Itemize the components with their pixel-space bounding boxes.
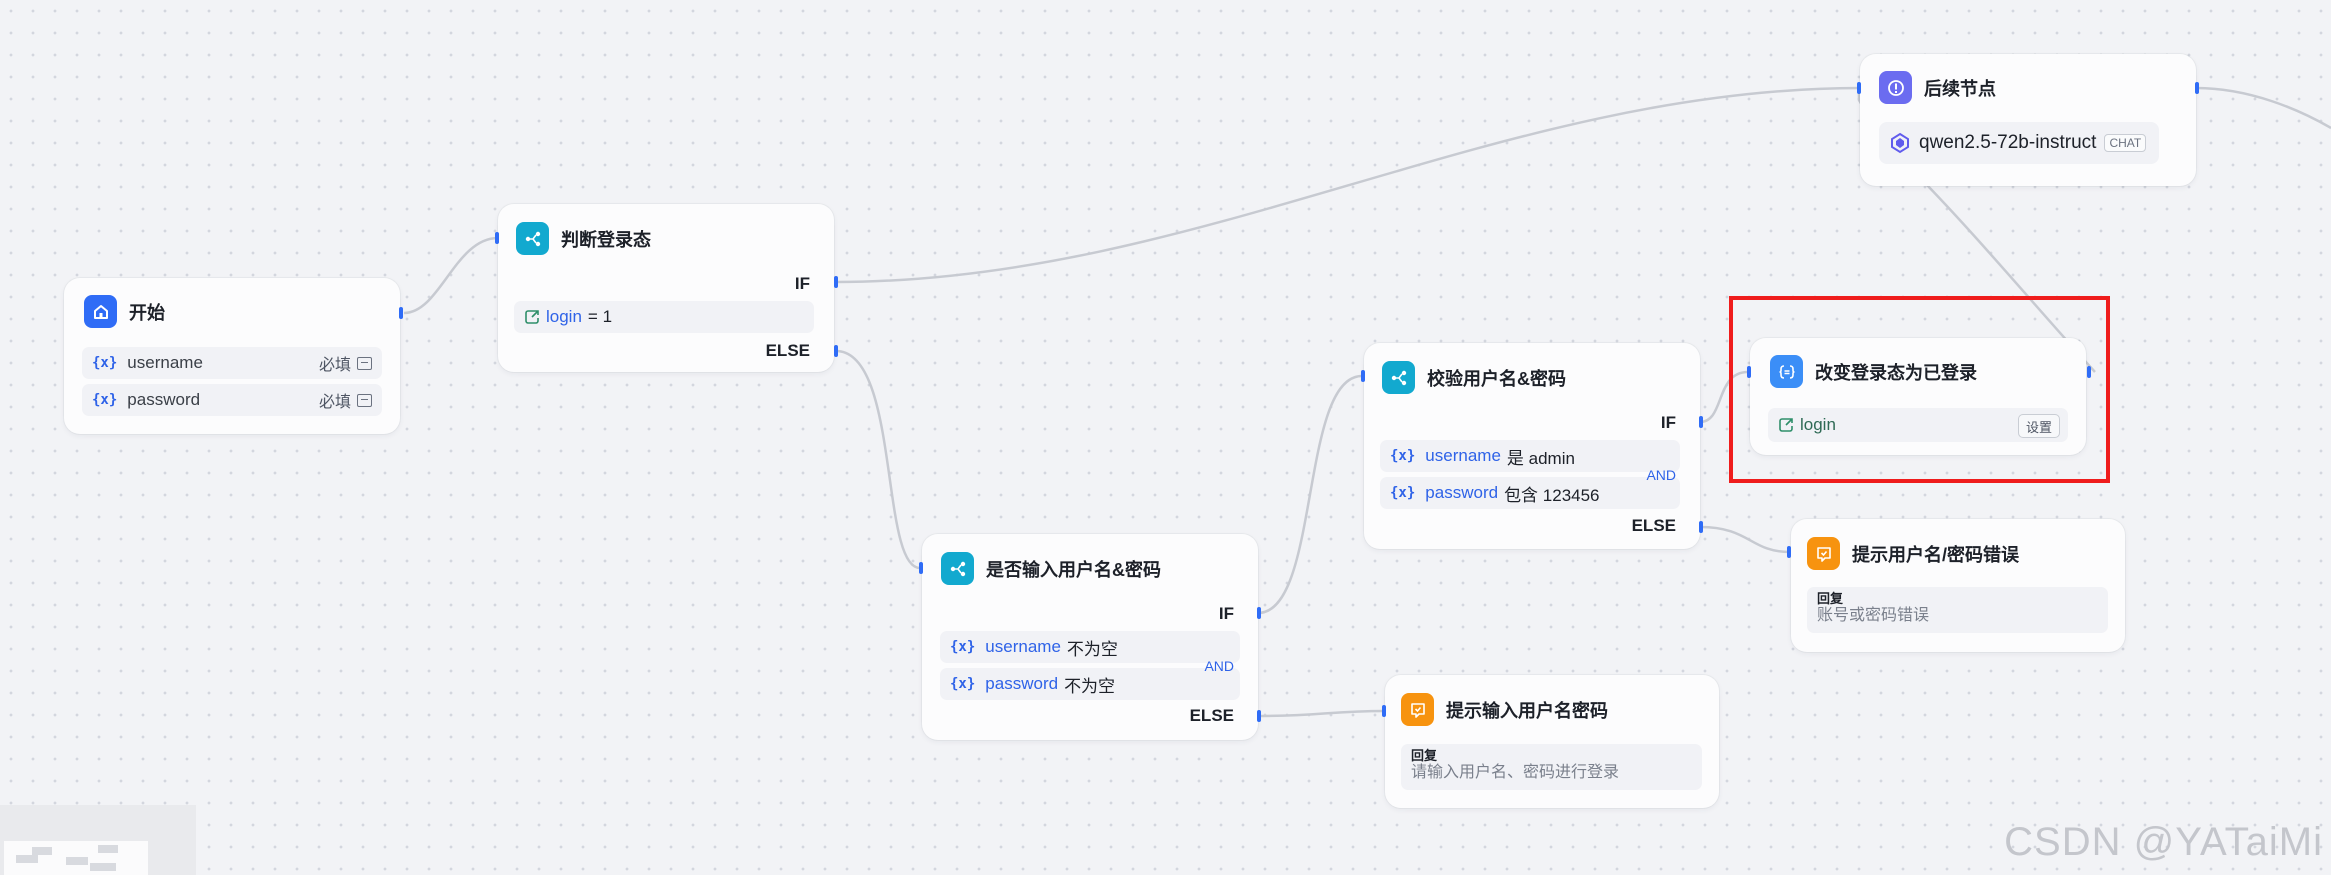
error-reply-title: 提示用户名/密码错误 bbox=[1852, 544, 2020, 565]
condition-row-username[interactable]: {x} username 是 admin bbox=[1380, 440, 1680, 472]
reply-text: 账号或密码错误 bbox=[1817, 607, 1930, 624]
input-check-if-handle[interactable] bbox=[1257, 607, 1261, 619]
minimap-node bbox=[32, 847, 52, 855]
prompt-reply-title: 提示输入用户名密码 bbox=[1446, 700, 1608, 721]
condition-op: 不为空 bbox=[1064, 676, 1116, 696]
var-name: username bbox=[127, 353, 203, 372]
followup-header: 后续节点 bbox=[1879, 71, 1996, 104]
prompt-reply-node[interactable]: 提示输入用户名密码 回复 请输入用户名、密码进行登录 bbox=[1385, 675, 1719, 808]
reply-content[interactable]: 回复 请输入用户名、密码进行登录 bbox=[1401, 744, 1702, 790]
reply-text: 请输入用户名、密码进行登录 bbox=[1411, 764, 1620, 781]
variable-icon: {x} bbox=[950, 639, 976, 655]
input-check-else-handle[interactable] bbox=[1257, 710, 1261, 722]
else-label: ELSE bbox=[1631, 516, 1676, 535]
model-name: qwen2.5-72b-instruct bbox=[1919, 132, 2097, 153]
condition-var: login bbox=[546, 307, 582, 326]
model-type-badge: CHAT bbox=[2104, 134, 2147, 152]
start-output-handle[interactable] bbox=[399, 307, 403, 319]
condition-op: = 1 bbox=[587, 307, 613, 326]
else-label: ELSE bbox=[765, 341, 810, 360]
judge-login-header: 判断登录态 bbox=[516, 222, 651, 255]
reply-icon bbox=[1401, 693, 1434, 726]
if-label: IF bbox=[1218, 604, 1234, 623]
condition-row-username[interactable]: {x} username 不为空 bbox=[940, 631, 1240, 663]
condition-row[interactable]: login = 1 bbox=[514, 301, 814, 333]
condition-var: username bbox=[985, 637, 1061, 656]
reply-icon bbox=[1807, 537, 1840, 570]
field-type-icon bbox=[357, 356, 372, 370]
judge-login-else-handle[interactable] bbox=[834, 345, 838, 357]
reply-label: 回复 bbox=[1817, 591, 1844, 606]
highlight-box bbox=[1729, 296, 2110, 483]
start-node-header: 开始 bbox=[84, 295, 165, 328]
info-icon bbox=[1879, 71, 1912, 104]
error-reply-node[interactable]: 提示用户名/密码错误 回复 账号或密码错误 bbox=[1791, 519, 2125, 652]
verify-node[interactable]: 校验用户名&密码 IF {x} username 是 admin {x} pas… bbox=[1364, 343, 1700, 549]
error-reply-input-handle[interactable] bbox=[1787, 546, 1791, 558]
verify-else-handle[interactable] bbox=[1699, 521, 1703, 533]
prompt-reply-header: 提示输入用户名密码 bbox=[1401, 693, 1608, 726]
condition-var: password bbox=[985, 674, 1059, 693]
start-var-row-username[interactable]: {x} username 必填 bbox=[82, 347, 382, 379]
judge-login-input-handle[interactable] bbox=[495, 232, 499, 244]
condition-var: username bbox=[1425, 446, 1501, 465]
minimap-node bbox=[90, 863, 116, 871]
model-logo-icon bbox=[1891, 132, 1909, 154]
minimap[interactable] bbox=[0, 805, 196, 875]
followup-title: 后续节点 bbox=[1924, 78, 1996, 99]
verify-title: 校验用户名&密码 bbox=[1427, 368, 1566, 389]
verify-if-handle[interactable] bbox=[1699, 416, 1703, 428]
model-selector[interactable]: qwen2.5-72b-instruct CHAT bbox=[1879, 122, 2159, 164]
reply-content[interactable]: 回复 账号或密码错误 bbox=[1807, 587, 2108, 633]
branch-icon bbox=[516, 222, 549, 255]
condition-row-password[interactable]: {x} password 包含 123456 bbox=[1380, 477, 1680, 509]
condition-var: password bbox=[1425, 483, 1499, 502]
variable-icon: {x} bbox=[92, 355, 118, 371]
judge-login-title: 判断登录态 bbox=[561, 229, 651, 250]
verify-input-handle[interactable] bbox=[1361, 370, 1365, 382]
followup-node[interactable]: 后续节点 qwen2.5-72b-instruct CHAT bbox=[1860, 54, 2196, 186]
required-badge: 必填 bbox=[319, 351, 372, 375]
prompt-reply-input-handle[interactable] bbox=[1382, 705, 1386, 717]
field-type-icon bbox=[357, 393, 372, 407]
variable-icon: {x} bbox=[1390, 448, 1416, 464]
watermark: CSDN @YATaiMi bbox=[2004, 820, 2323, 864]
error-reply-header: 提示用户名/密码错误 bbox=[1807, 537, 2019, 570]
start-node[interactable]: 开始 {x} username 必填 {x} password 必填 bbox=[64, 278, 400, 434]
home-icon bbox=[84, 295, 117, 328]
judge-login-node[interactable]: 判断登录态 IF login = 1 ELSE bbox=[498, 204, 834, 372]
input-check-title: 是否输入用户名&密码 bbox=[986, 559, 1161, 580]
if-label: IF bbox=[794, 274, 810, 293]
input-check-header: 是否输入用户名&密码 bbox=[941, 552, 1161, 585]
minimap-viewport[interactable] bbox=[4, 841, 148, 875]
variable-icon: {x} bbox=[92, 392, 118, 408]
required-badge: 必填 bbox=[319, 388, 372, 412]
condition-row-password[interactable]: {x} password 不为空 bbox=[940, 668, 1240, 700]
judge-login-if-handle[interactable] bbox=[834, 276, 838, 288]
start-var-row-password[interactable]: {x} password 必填 bbox=[82, 384, 382, 416]
condition-op: 是 admin bbox=[1506, 448, 1575, 468]
condition-op: 包含 123456 bbox=[1504, 485, 1600, 505]
followup-output-handle[interactable] bbox=[2195, 82, 2199, 94]
variable-icon: {x} bbox=[950, 676, 976, 692]
followup-input-handle[interactable] bbox=[1857, 82, 1861, 94]
var-name: password bbox=[127, 390, 201, 409]
input-check-input-handle[interactable] bbox=[919, 562, 923, 574]
minimap-node bbox=[66, 857, 88, 865]
condition-op: 不为空 bbox=[1066, 639, 1118, 659]
branch-icon bbox=[941, 552, 974, 585]
branch-icon bbox=[1382, 361, 1415, 394]
reply-label: 回复 bbox=[1411, 748, 1438, 763]
minimap-node bbox=[98, 845, 118, 853]
logic-operator[interactable]: AND bbox=[1204, 658, 1234, 674]
input-check-node[interactable]: 是否输入用户名&密码 IF {x} username 不为空 {x} passw… bbox=[922, 534, 1258, 740]
logic-operator[interactable]: AND bbox=[1646, 467, 1676, 483]
verify-header: 校验用户名&密码 bbox=[1382, 361, 1566, 394]
login-var-icon bbox=[525, 310, 539, 324]
else-label: ELSE bbox=[1189, 706, 1234, 725]
minimap-node bbox=[16, 855, 38, 863]
variable-icon: {x} bbox=[1390, 485, 1416, 501]
if-label: IF bbox=[1660, 413, 1676, 432]
start-node-title: 开始 bbox=[129, 302, 165, 323]
